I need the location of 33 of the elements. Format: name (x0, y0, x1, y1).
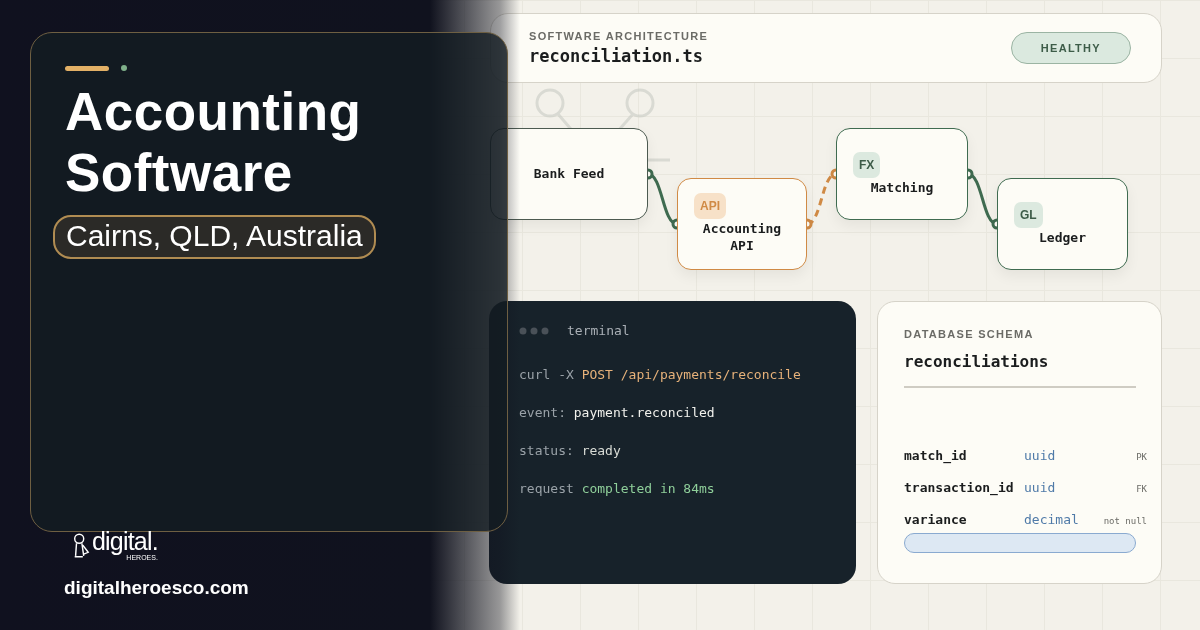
terminal-title: terminal (567, 323, 630, 338)
terminal-line: status: ready (519, 443, 622, 458)
file-name: reconciliation.ts (529, 46, 704, 66)
terminal-line: request completed in 84ms (519, 481, 716, 496)
field-name: match_id (904, 448, 968, 463)
field-type: uuid (1024, 480, 1057, 495)
location-badge: Cairns, QLD, Australia (53, 215, 376, 259)
field-constraint: not null (1103, 516, 1147, 526)
field-type: decimal (1024, 512, 1080, 527)
terminal-line: curl -X POST /api/payments/reconcile (519, 367, 802, 382)
node-label: Matching (870, 179, 934, 197)
node-tag: GL (1014, 201, 1043, 228)
node-tag: FX (853, 151, 881, 178)
window-dots-icon (519, 326, 549, 335)
mascot-icon (72, 531, 90, 561)
node-label: Ledger (1039, 229, 1086, 247)
node-label: Bank Feed (533, 165, 605, 183)
hero-title: Accounting Software (65, 81, 363, 203)
field-constraint: PK (1136, 452, 1147, 462)
brand-name: digital. (92, 528, 158, 554)
accent-dot (121, 65, 127, 71)
table-name: reconciliations (904, 352, 1050, 371)
status-badge: HEALTHY (1010, 32, 1131, 64)
node-tag: API (694, 193, 726, 220)
field-type: uuid (1024, 448, 1057, 463)
field-name: variance (904, 512, 968, 527)
node-label: Accounting API (701, 221, 783, 255)
accent-bar (65, 65, 109, 71)
section-label: DATABASE SCHEMA (904, 328, 1035, 340)
field-name: transaction_id (904, 480, 1015, 495)
section-label: SOFTWARE ARCHITECTURE (529, 30, 709, 42)
field-constraint: FK (1136, 484, 1147, 494)
terminal-line: event: payment.reconciled (519, 405, 716, 420)
